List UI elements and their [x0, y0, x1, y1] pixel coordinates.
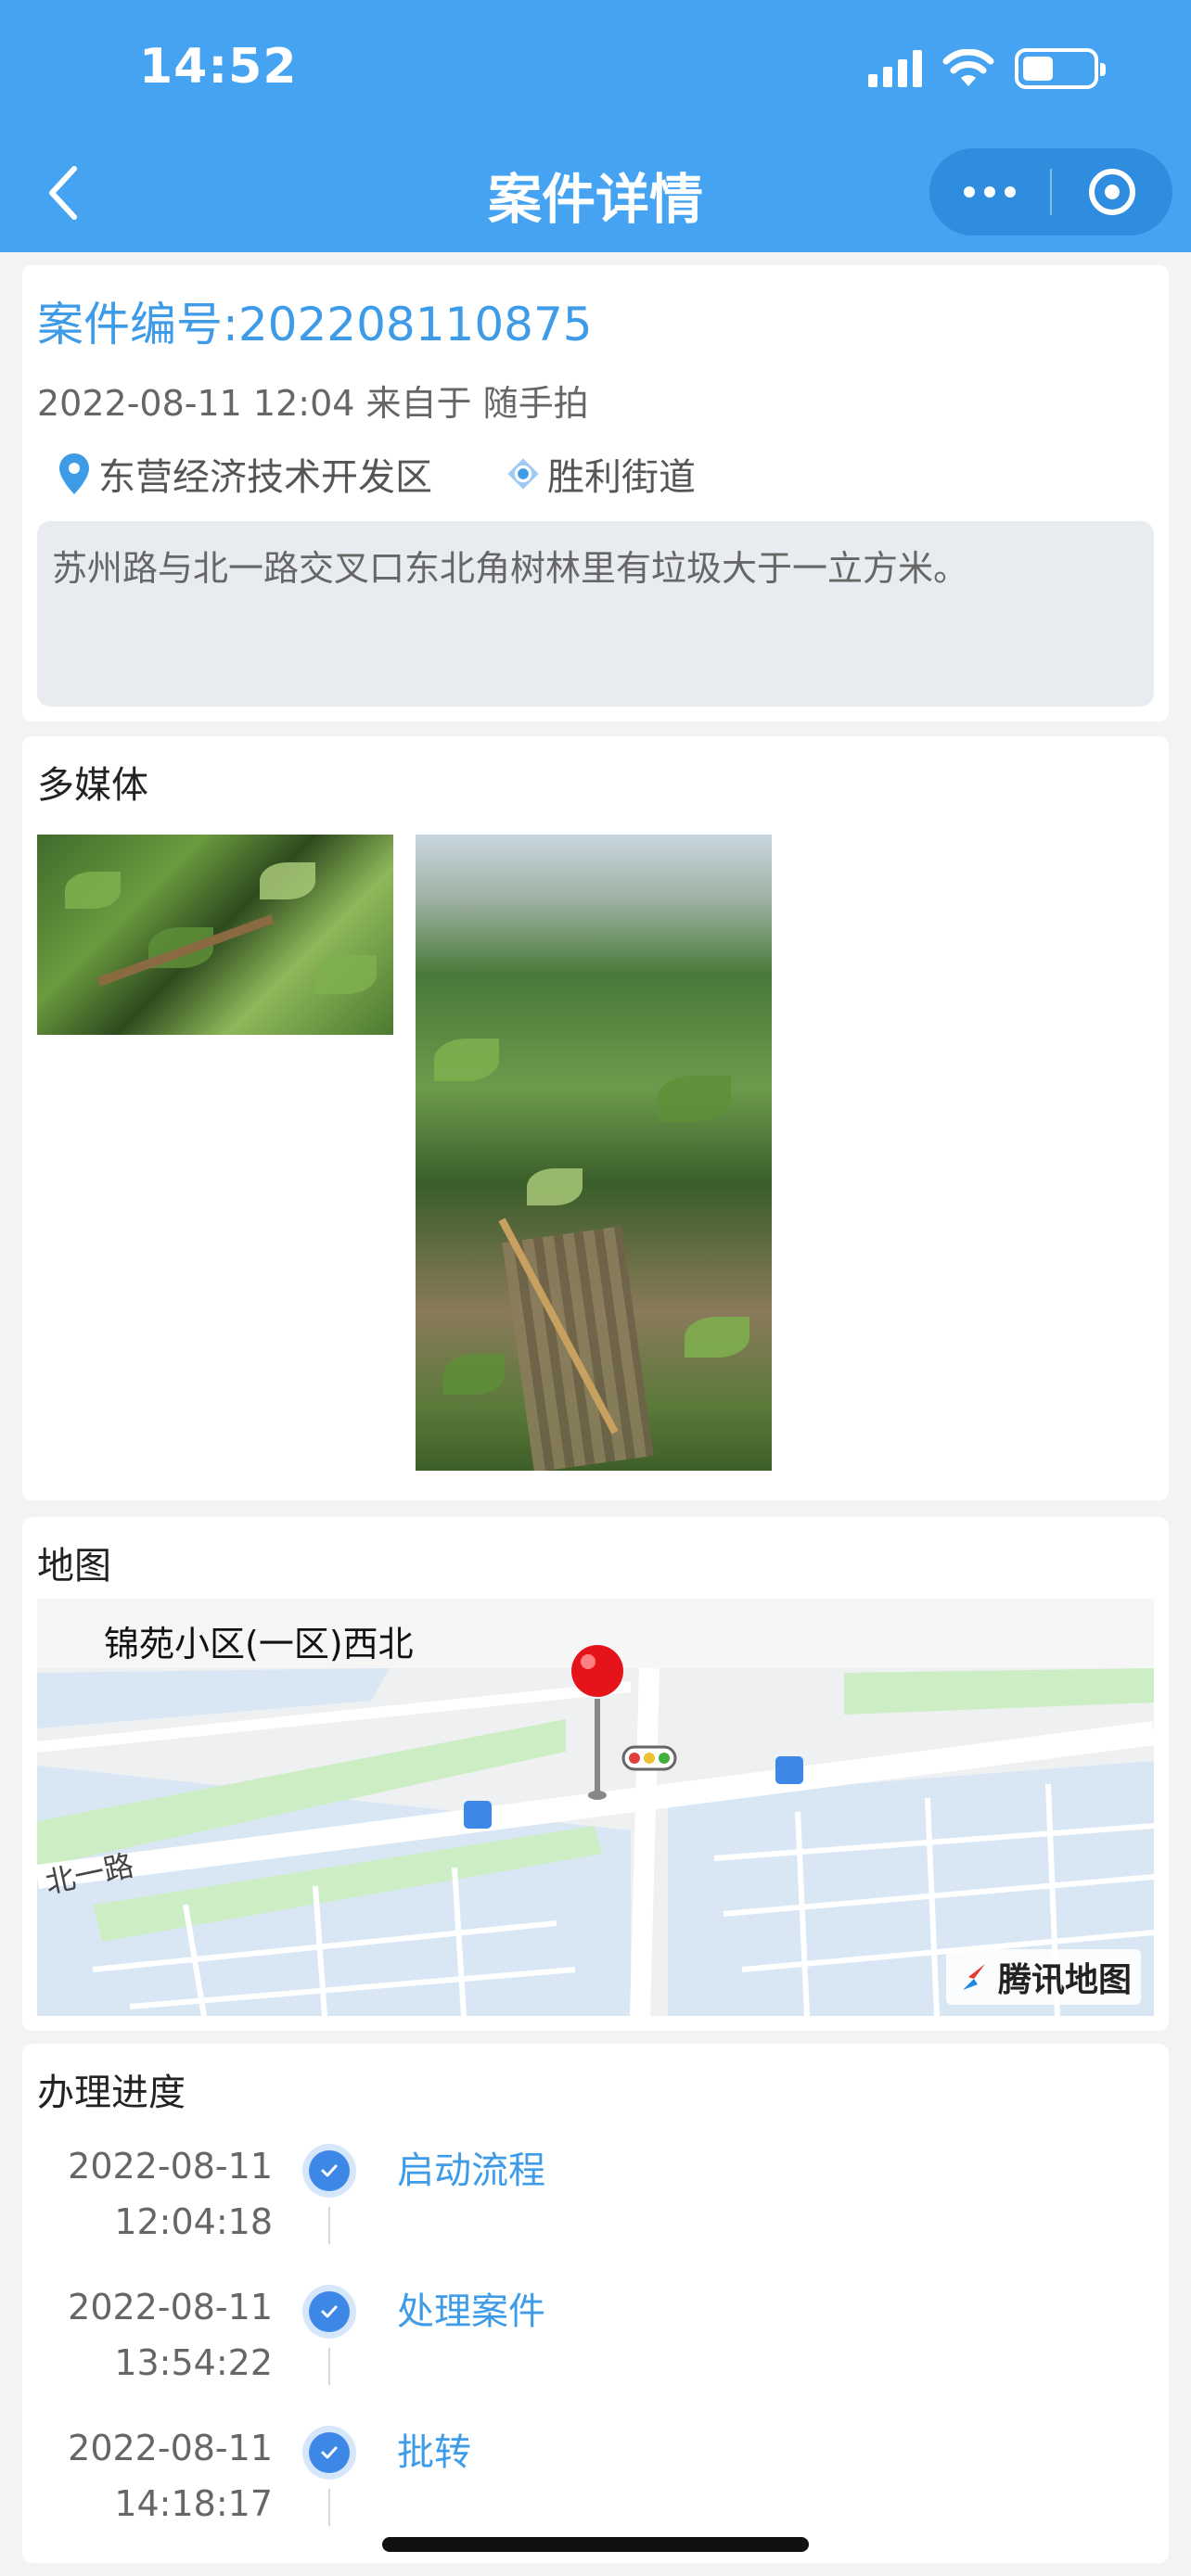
map-place-label: 锦苑小区(一区)西北: [104, 1624, 414, 1664]
step-time: 12:04:18: [114, 2201, 273, 2242]
map-card: 地图 锦苑小区(一区)西北 北一路 腾讯地图: [22, 1517, 1169, 2031]
step-time: 14:18:17: [114, 2483, 273, 2524]
step-name[interactable]: 启动流程: [397, 2140, 545, 2194]
progress-card: 办理进度 2022-08-11 12:04:18 启动流程 2022-08-11…: [22, 2044, 1169, 2563]
check-circle-icon: [302, 2426, 356, 2480]
case-photo-2[interactable]: [416, 835, 772, 1471]
more-button[interactable]: [929, 148, 1050, 236]
step-date: 2022-08-11: [68, 2287, 273, 2327]
top-bar: 14:52 案件详情: [0, 0, 1191, 252]
case-description: 苏州路与北一路交叉口东北角树林里有垃圾大于一立方米。: [37, 521, 1154, 707]
step-time: 13:54:22: [114, 2342, 273, 2383]
progress-step: 2022-08-11 12:04:18 启动流程: [22, 2138, 1169, 2277]
timeline-connector: [328, 2207, 330, 2244]
step-date: 2022-08-11: [68, 2146, 273, 2187]
timeline-connector: [328, 2489, 330, 2526]
case-photo-1[interactable]: [37, 835, 393, 1035]
miniprogram-capsule: [929, 148, 1172, 236]
wifi-icon: [942, 49, 994, 86]
step-name[interactable]: 批转: [397, 2422, 471, 2476]
map-view[interactable]: 锦苑小区(一区)西北 北一路 腾讯地图: [37, 1599, 1154, 2016]
location-target-icon: [507, 458, 539, 490]
home-indicator: [382, 2537, 809, 2552]
step-name[interactable]: 处理案件: [397, 2281, 545, 2335]
progress-title: 办理进度: [37, 2072, 186, 2114]
street-tag: 胜利街道: [505, 447, 696, 501]
case-meta: 2022-08-11 12:04 来自于 随手拍: [37, 383, 589, 424]
close-miniprogram-button[interactable]: [1052, 148, 1172, 236]
case-info-card: 案件编号:202208110875 2022-08-11 12:04 来自于 随…: [22, 265, 1169, 721]
media-card: 多媒体: [22, 736, 1169, 1500]
district-name: 东营经济技术开发区: [98, 456, 432, 499]
step-datetime: 2022-08-11 13:54:22: [22, 2279, 273, 2391]
street-name: 胜利街道: [547, 456, 696, 499]
status-icons: [868, 48, 1106, 89]
status-time: 14:52: [139, 39, 298, 95]
progress-step: 2022-08-11 13:54:22 处理案件: [22, 2279, 1169, 2418]
step-datetime: 2022-08-11 12:04:18: [22, 2138, 273, 2250]
map-title: 地图: [37, 1545, 111, 1588]
check-circle-icon: [302, 2144, 356, 2198]
compass-icon: [962, 1964, 985, 1990]
case-number: 案件编号:202208110875: [37, 298, 593, 351]
step-date: 2022-08-11: [68, 2428, 273, 2468]
district-tag: 东营经济技术开发区: [56, 447, 432, 501]
map-brand: 腾讯地图: [945, 1949, 1141, 2005]
location-pin-icon: [59, 453, 89, 494]
step-datetime: 2022-08-11 14:18:17: [22, 2420, 273, 2531]
media-title: 多媒体: [37, 764, 148, 807]
map-brand-label: 腾讯地图: [997, 1961, 1132, 1999]
check-circle-icon: [302, 2285, 356, 2339]
timeline-connector: [328, 2348, 330, 2385]
cellular-signal-icon: [868, 50, 922, 87]
battery-icon: [1015, 48, 1106, 89]
target-icon: [1089, 169, 1135, 215]
